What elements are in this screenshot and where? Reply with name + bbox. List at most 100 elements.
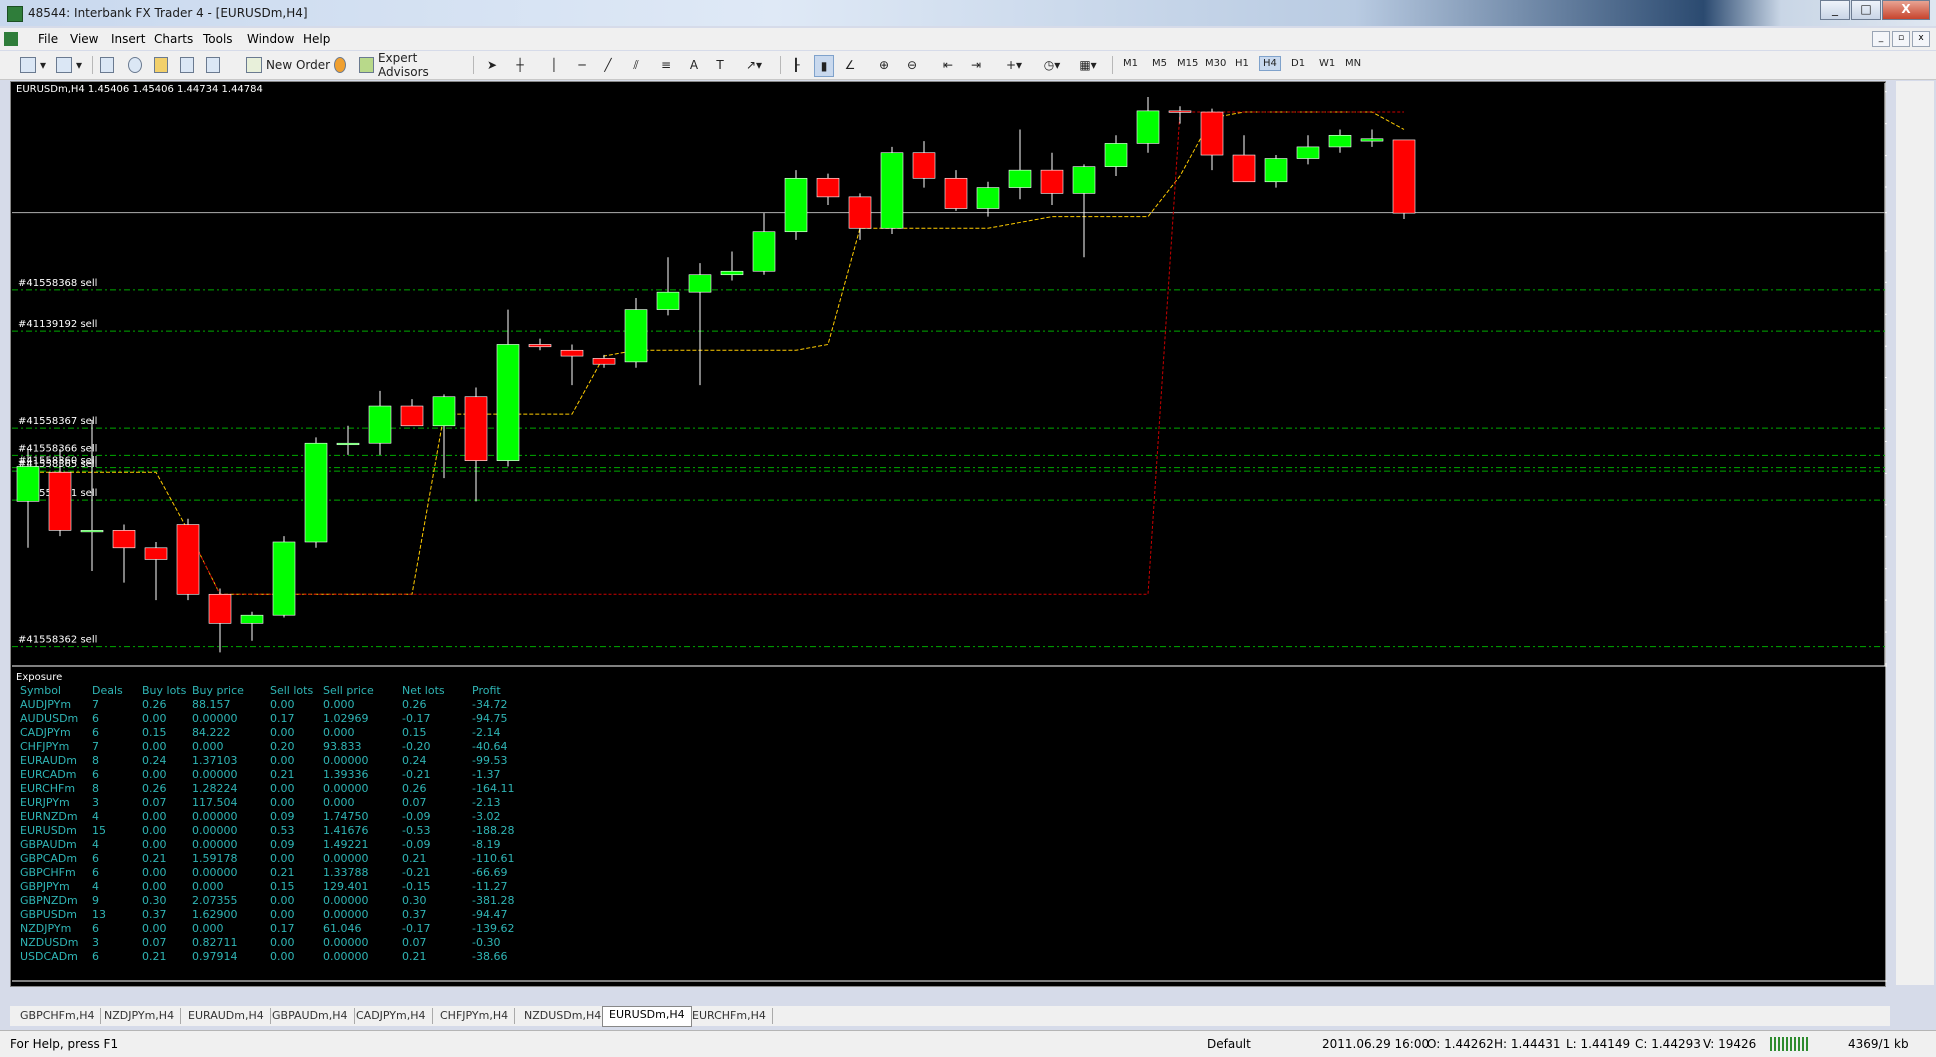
- menu-window[interactable]: Window: [247, 32, 294, 46]
- exposure-cell: -94.47: [472, 908, 507, 921]
- templates-icon[interactable]: ▦▾: [1074, 55, 1102, 75]
- exposure-cell: -0.21: [402, 866, 430, 879]
- navigator-icon[interactable]: [154, 55, 172, 75]
- exposure-cell: 3: [92, 796, 99, 809]
- exposure-cell: 0.00: [270, 782, 295, 795]
- app-icon: [7, 6, 23, 22]
- candle-body: [144, 547, 168, 560]
- channel-icon[interactable]: ⫽: [628, 55, 644, 75]
- exposure-cell: 3: [92, 936, 99, 949]
- chart-window-icon[interactable]: [4, 32, 18, 46]
- chart-tab[interactable]: CHFJPYm,H4: [434, 1008, 516, 1024]
- candle-body: [560, 349, 584, 357]
- timeframe-m30[interactable]: M30: [1205, 58, 1226, 69]
- minimize-button[interactable]: _: [1820, 0, 1850, 20]
- menu-file[interactable]: File: [38, 32, 58, 46]
- chart-tab[interactable]: NZDJPYm,H4: [98, 1008, 182, 1024]
- arrows-icon[interactable]: ↗▾: [740, 55, 768, 75]
- zoom-in-icon[interactable]: ⊕: [876, 55, 892, 75]
- chart-tab[interactable]: EURAUDm,H4: [182, 1008, 271, 1024]
- status-bar: For Help, press F1 Default 2011.06.29 16…: [0, 1030, 1936, 1057]
- indicators-icon[interactable]: +▾: [1000, 55, 1028, 75]
- exposure-cell: GBPNZDm: [20, 894, 78, 907]
- horizontal-line-icon[interactable]: ─: [574, 55, 590, 75]
- exposure-cell: -66.69: [472, 866, 507, 879]
- text-label-icon[interactable]: T: [712, 55, 728, 75]
- timeframe-m5[interactable]: M5: [1152, 58, 1167, 69]
- new-order-button[interactable]: New Order: [244, 55, 332, 75]
- candle-body: [304, 442, 328, 543]
- timeframe-mn[interactable]: MN: [1345, 58, 1361, 69]
- text-icon[interactable]: A: [686, 55, 702, 75]
- data-window-icon[interactable]: [128, 55, 146, 75]
- exposure-cell: 0.21: [402, 852, 427, 865]
- exposure-cell: 1.59178: [192, 852, 238, 865]
- exposure-cell: 1.02969: [323, 712, 369, 725]
- mdi-minimize-button[interactable]: _: [1872, 31, 1890, 47]
- menu-charts[interactable]: Charts: [154, 32, 193, 46]
- new-chart-icon[interactable]: ▾: [18, 55, 48, 75]
- exposure-cell: 0.00000: [192, 838, 238, 851]
- chart-tab[interactable]: NZDUSDm,H4: [518, 1008, 609, 1024]
- exposure-cell: 0.00: [142, 922, 167, 935]
- timeframe-h1[interactable]: H1: [1235, 58, 1249, 69]
- menu-insert[interactable]: Insert: [111, 32, 145, 46]
- periods-icon[interactable]: ◷▾: [1038, 55, 1066, 75]
- maximize-button[interactable]: □: [1851, 0, 1881, 20]
- exposure-cell: 117.504: [192, 796, 238, 809]
- exposure-cell: 1.41676: [323, 824, 369, 837]
- status-help: For Help, press F1: [10, 1037, 119, 1051]
- mdi-close-button[interactable]: x: [1912, 31, 1930, 47]
- candle-body: [272, 541, 296, 616]
- chart-tab[interactable]: CADJPYm,H4: [350, 1008, 433, 1024]
- chart-tab[interactable]: GBPAUDm,H4: [266, 1008, 355, 1024]
- terminal-icon[interactable]: [180, 55, 198, 75]
- timeframe-m1[interactable]: M1: [1123, 58, 1138, 69]
- candle-body: [208, 593, 232, 624]
- bar-chart-icon[interactable]: ┠: [788, 55, 804, 75]
- title-bar: 48544: Interbank FX Trader 4 - [EURUSDm,…: [0, 0, 1936, 26]
- menu-help[interactable]: Help: [303, 32, 330, 46]
- right-scrollbar[interactable]: [1896, 81, 1934, 985]
- status-profile: Default: [1207, 1037, 1251, 1051]
- fibonacci-icon[interactable]: ≡: [658, 55, 674, 75]
- exposure-cell: 129.401: [323, 880, 369, 893]
- exposure-cell: -3.02: [472, 810, 500, 823]
- chart-shift-icon[interactable]: ⇥: [968, 55, 984, 75]
- zoom-out-icon[interactable]: ⊖: [904, 55, 920, 75]
- chart-tab[interactable]: GBPCHFm,H4: [14, 1008, 102, 1024]
- status-traffic: 4369/1 kb: [1848, 1037, 1909, 1051]
- status-high: H: 1.44431: [1494, 1037, 1561, 1051]
- market-watch-icon[interactable]: [100, 55, 118, 75]
- chart-tab[interactable]: EURUSDm,H4: [602, 1006, 692, 1027]
- menu-view[interactable]: View: [70, 32, 98, 46]
- exposure-cell: 6: [92, 768, 99, 781]
- close-button[interactable]: X: [1882, 0, 1930, 20]
- chart-tab[interactable]: EURCHFm,H4: [686, 1008, 773, 1024]
- trendline-icon[interactable]: ╱: [600, 55, 616, 75]
- connection-indicator-icon: [1770, 1037, 1808, 1051]
- exposure-cell: -1.37: [472, 768, 500, 781]
- window-title: 48544: Interbank FX Trader 4 - [EURUSDm,…: [28, 6, 308, 20]
- autotrading-icon[interactable]: [334, 55, 350, 75]
- strategy-tester-icon[interactable]: [206, 55, 224, 75]
- mdi-restore-button[interactable]: ▫: [1892, 31, 1910, 47]
- timeframe-d1[interactable]: D1: [1291, 58, 1305, 69]
- profiles-icon[interactable]: ▾: [54, 55, 84, 75]
- status-low: L: 1.44149: [1566, 1037, 1631, 1051]
- timeframe-w1[interactable]: W1: [1319, 58, 1335, 69]
- crosshair-icon[interactable]: ┼: [512, 55, 528, 75]
- menu-tools[interactable]: Tools: [203, 32, 233, 46]
- exposure-cell: 0.53: [270, 824, 295, 837]
- expert-advisors-button[interactable]: Expert Advisors: [359, 51, 465, 79]
- autoscroll-icon[interactable]: ⇤: [940, 55, 956, 75]
- chart-canvas[interactable]: 1.44784 #41558368 sell#41139192 sell#415…: [12, 83, 1887, 983]
- candlestick-icon[interactable]: ▮: [814, 55, 834, 77]
- line-chart-icon[interactable]: ∠: [842, 55, 858, 75]
- cursor-icon[interactable]: ➤: [484, 55, 500, 75]
- timeframe-h4[interactable]: H4: [1259, 56, 1281, 71]
- candle-body: [624, 309, 648, 363]
- timeframe-m15[interactable]: M15: [1177, 58, 1198, 69]
- vertical-line-icon[interactable]: │: [546, 55, 562, 75]
- candle-body: [240, 614, 264, 624]
